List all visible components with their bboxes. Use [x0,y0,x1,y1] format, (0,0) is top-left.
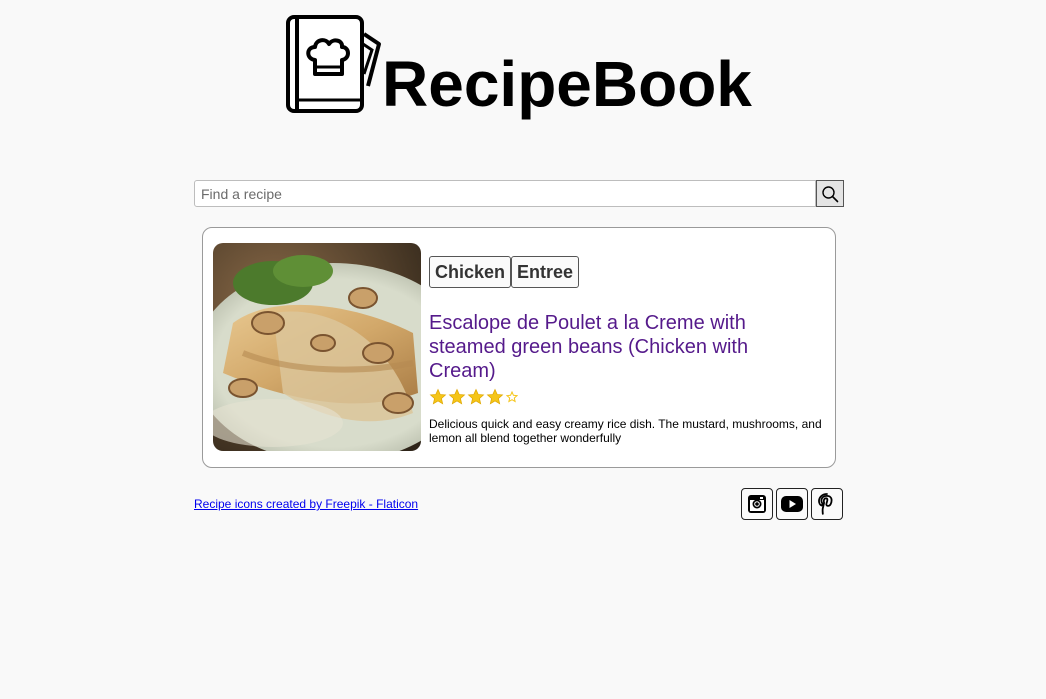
youtube-icon [781,496,803,512]
recipe-tags: Chicken Entree [429,256,580,288]
social-links [741,488,843,520]
tag-entree[interactable]: Entree [511,256,580,288]
youtube-button[interactable] [776,488,808,520]
recipe-description: Delicious quick and easy creamy rice dis… [429,417,822,445]
search-icon [822,185,839,202]
instagram-button[interactable] [741,488,773,520]
recipe-photo[interactable] [213,243,421,451]
instagram-icon [748,495,766,513]
recipe-title[interactable]: Escalope de Poulet a la Creme with steam… [429,311,819,383]
pinterest-icon [818,493,833,515]
brand-title: RecipeBook [382,48,752,120]
recipe-book-icon [286,15,381,113]
star-empty-icon [506,391,518,403]
pinterest-button[interactable] [811,488,843,520]
icon-credit-link[interactable]: Recipe icons created by Freepik - Flatic… [194,497,418,511]
star-full-icon [448,388,466,405]
tag-chicken[interactable]: Chicken [429,256,512,288]
site-header: RecipeBook [284,14,752,120]
star-full-icon [429,388,447,405]
star-full-icon [467,388,485,405]
star-rating [429,388,519,406]
search-button[interactable] [816,180,844,207]
recipe-card[interactable]: Chicken Entree Escalope de Poulet a la C… [202,227,836,468]
search-bar [194,180,844,207]
search-input[interactable] [194,180,816,207]
star-full-icon [486,388,504,405]
chicken-dish-photo [213,243,421,451]
